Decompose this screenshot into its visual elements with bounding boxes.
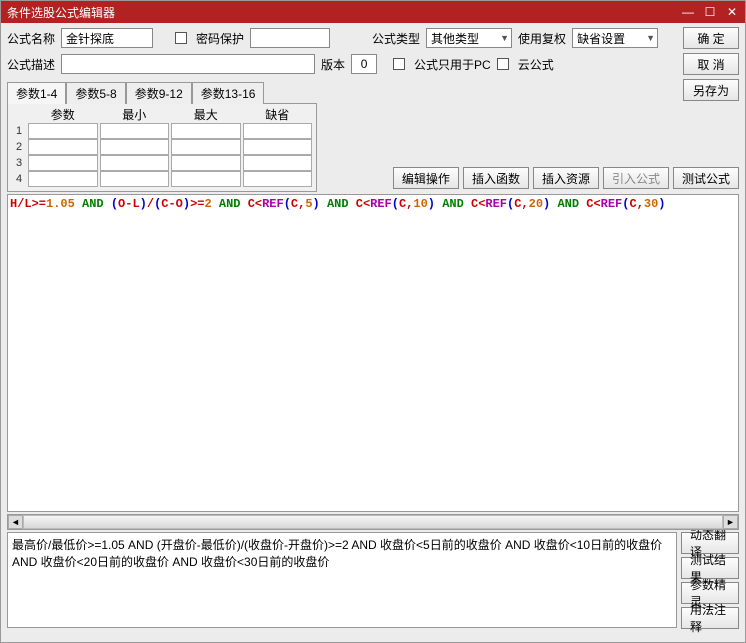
pc-only-label: 公式只用于PC [414, 56, 491, 73]
param-cell[interactable] [100, 171, 170, 187]
param-cell[interactable] [171, 139, 241, 155]
param-cell[interactable] [171, 155, 241, 171]
param-row: 2 [12, 139, 312, 155]
param-row: 3 [12, 155, 312, 171]
test-formula-button[interactable]: 测试公式 [673, 167, 739, 189]
password-protect-label: 密码保护 [196, 30, 244, 47]
param-cell[interactable] [243, 171, 313, 187]
tab-params-9-12[interactable]: 参数9-12 [126, 82, 192, 104]
cancel-button[interactable]: 取 消 [683, 53, 739, 75]
close-icon[interactable]: ✕ [725, 5, 739, 19]
insert-resource-button[interactable]: 插入资源 [533, 167, 599, 189]
param-row: 4 [12, 171, 312, 187]
minimize-icon[interactable]: — [681, 5, 695, 19]
param-row: 1 [12, 123, 312, 139]
fuquan-value: 缺省设置 [577, 30, 625, 47]
col-max: 最大 [171, 106, 241, 123]
formula-type-label: 公式类型 [372, 30, 420, 47]
param-cell[interactable] [100, 139, 170, 155]
formula-code-editor[interactable]: H/L>=1.05 AND (O-L)/(C-O)>=2 AND C<REF(C… [7, 194, 739, 512]
param-tabs: 参数1-4 参数5-8 参数9-12 参数13-16 [7, 81, 317, 103]
horizontal-scrollbar[interactable]: ◄ ► [7, 514, 739, 530]
formula-type-value: 其他类型 [431, 30, 479, 47]
formula-name-input[interactable] [61, 28, 153, 48]
tab-params-13-16[interactable]: 参数13-16 [192, 82, 265, 104]
formula-name-label: 公式名称 [7, 30, 55, 47]
param-cell[interactable] [171, 171, 241, 187]
tab-params-1-4[interactable]: 参数1-4 [7, 82, 66, 104]
formula-type-select[interactable]: 其他类型 ▼ [426, 28, 512, 48]
window-controls: — ☐ ✕ [681, 5, 739, 19]
scroll-right-icon[interactable]: ► [723, 515, 738, 529]
version-label: 版本 [321, 56, 345, 73]
scroll-left-icon[interactable]: ◄ [8, 515, 23, 529]
cloud-checkbox[interactable] [497, 58, 509, 70]
fuquan-select[interactable]: 缺省设置 ▼ [572, 28, 658, 48]
chevron-down-icon: ▼ [646, 33, 655, 43]
formula-desc-input[interactable] [61, 54, 315, 74]
fuquan-label: 使用复权 [518, 30, 566, 47]
param-cell[interactable] [28, 171, 98, 187]
formula-desc-label: 公式描述 [7, 56, 55, 73]
translation-panel: 最高价/最低价>=1.05 AND (开盘价-最低价)/(收盘价-开盘价)>=2… [7, 532, 677, 628]
pc-only-checkbox[interactable] [393, 58, 405, 70]
col-default: 缺省 [243, 106, 313, 123]
param-cell[interactable] [171, 123, 241, 139]
version-input[interactable] [351, 54, 377, 74]
param-cell[interactable] [100, 123, 170, 139]
insert-function-button[interactable]: 插入函数 [463, 167, 529, 189]
col-min: 最小 [100, 106, 170, 123]
cloud-label: 云公式 [518, 56, 554, 73]
password-protect-checkbox[interactable] [175, 32, 187, 44]
col-param: 参数 [28, 106, 98, 123]
password-input[interactable] [250, 28, 330, 48]
param-cell[interactable] [243, 139, 313, 155]
titlebar: 条件选股公式编辑器 — ☐ ✕ [1, 1, 745, 23]
ok-button[interactable]: 确 定 [683, 27, 739, 49]
param-cell[interactable] [100, 155, 170, 171]
param-cell[interactable] [243, 123, 313, 139]
edit-operation-button[interactable]: 编辑操作 [393, 167, 459, 189]
param-cell[interactable] [243, 155, 313, 171]
tab-params-5-8[interactable]: 参数5-8 [66, 82, 125, 104]
param-cell[interactable] [28, 139, 98, 155]
param-cell[interactable] [28, 155, 98, 171]
maximize-icon[interactable]: ☐ [703, 5, 717, 19]
chevron-down-icon: ▼ [500, 33, 509, 43]
param-cell[interactable] [28, 123, 98, 139]
import-formula-button[interactable]: 引入公式 [603, 167, 669, 189]
save-as-button[interactable]: 另存为 [683, 79, 739, 101]
window-title: 条件选股公式编辑器 [7, 4, 115, 21]
usage-note-button[interactable]: 用法注释 [681, 607, 739, 629]
param-table: 参数 最小 最大 缺省 1 2 3 [7, 103, 317, 192]
